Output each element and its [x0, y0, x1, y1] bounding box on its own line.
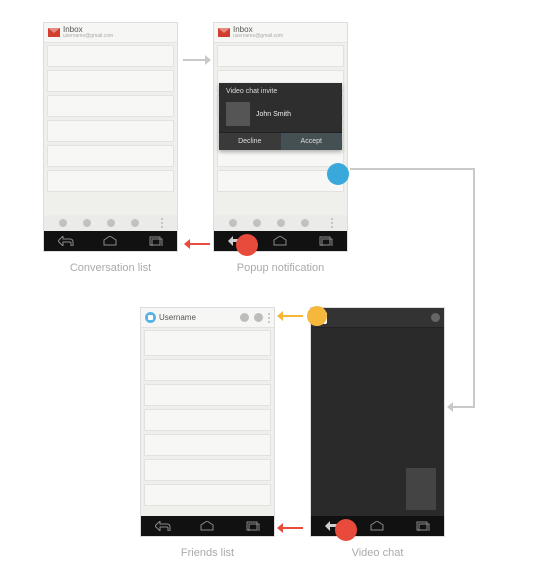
system-nav	[214, 231, 347, 251]
caption: Video chat	[310, 547, 445, 559]
home-icon[interactable]	[102, 236, 118, 246]
overflow-icon[interactable]	[331, 218, 333, 228]
action-icon[interactable]	[240, 313, 249, 322]
accept-button[interactable]: Accept	[281, 133, 343, 150]
list-item[interactable]	[144, 384, 271, 406]
page-indicator	[44, 215, 177, 231]
arrow-head-icon	[447, 402, 453, 412]
screen-friends-list: Username	[140, 307, 275, 537]
contact-avatar	[226, 102, 250, 126]
action-bar: Inbox username@gmail.com	[214, 23, 347, 43]
action-icon[interactable]	[254, 313, 263, 322]
overflow-icon[interactable]	[268, 313, 270, 323]
app-subtitle: username@gmail.com	[233, 34, 283, 39]
list-item[interactable]	[144, 409, 271, 431]
arrow-head-icon	[184, 239, 190, 249]
arrow-head-icon	[277, 523, 283, 533]
page-indicator	[214, 215, 347, 231]
caption: Conversation list	[43, 262, 178, 274]
recents-icon[interactable]	[244, 521, 260, 531]
talk-icon	[145, 312, 156, 323]
arrow-head-icon	[277, 311, 283, 321]
back-icon[interactable]	[58, 236, 74, 246]
popup-dialog: Video chat invite John Smith Decline Acc…	[219, 83, 342, 150]
highlight-back	[335, 519, 357, 541]
recents-icon[interactable]	[147, 236, 163, 246]
flow-arrow	[183, 59, 205, 61]
list-item[interactable]	[47, 120, 174, 142]
caption: Popup notification	[213, 262, 348, 274]
content-body	[44, 43, 177, 215]
self-view-pip[interactable]	[406, 468, 436, 510]
list-item[interactable]	[217, 45, 344, 67]
video-body	[311, 328, 444, 516]
system-nav	[311, 516, 444, 536]
list-item[interactable]	[217, 170, 344, 192]
action-icon[interactable]	[431, 313, 440, 322]
arrow-head-icon	[205, 55, 211, 65]
list-item[interactable]	[144, 484, 271, 506]
list-item[interactable]	[144, 434, 271, 456]
list-item[interactable]	[144, 459, 271, 481]
home-icon[interactable]	[199, 521, 215, 531]
caption: Friends list	[140, 547, 275, 559]
list-item[interactable]	[144, 359, 271, 381]
app-subtitle: username@gmail.com	[63, 34, 113, 39]
content-body	[141, 328, 274, 516]
app-title: Username	[159, 314, 196, 322]
highlight-back	[236, 234, 258, 256]
home-icon[interactable]	[272, 236, 288, 246]
list-item[interactable]	[47, 45, 174, 67]
flow-arrow	[283, 315, 303, 317]
list-item[interactable]	[47, 170, 174, 192]
flow-arrow-back	[190, 243, 210, 245]
home-icon[interactable]	[369, 521, 385, 531]
flow-arrow	[453, 406, 475, 408]
action-bar: talk	[311, 308, 444, 328]
highlight-talk-icon	[307, 306, 327, 326]
gmail-icon	[48, 28, 60, 37]
list-item[interactable]	[47, 145, 174, 167]
action-bar: Inbox username@gmail.com	[44, 23, 177, 43]
back-icon[interactable]	[155, 521, 171, 531]
highlight-accept	[327, 163, 349, 185]
system-nav	[44, 231, 177, 251]
list-item[interactable]	[144, 330, 271, 356]
content-body: Video chat invite John Smith Decline Acc…	[214, 43, 347, 215]
screen-popup-notification: Inbox username@gmail.com Video chat invi…	[213, 22, 348, 252]
decline-button[interactable]: Decline	[219, 133, 281, 150]
flow-arrow	[350, 168, 475, 170]
gmail-icon	[218, 28, 230, 37]
system-nav	[141, 516, 274, 536]
screen-video-chat: talk	[310, 307, 445, 537]
recents-icon[interactable]	[317, 236, 333, 246]
popup-heading: Video chat invite	[219, 83, 342, 98]
list-item[interactable]	[47, 95, 174, 117]
contact-name: John Smith	[256, 111, 291, 118]
flow-arrow-back	[283, 527, 303, 529]
recents-icon[interactable]	[414, 521, 430, 531]
screen-conversation-list: Inbox username@gmail.com	[43, 22, 178, 252]
overflow-icon[interactable]	[161, 218, 163, 228]
action-bar: Username	[141, 308, 274, 328]
list-item[interactable]	[47, 70, 174, 92]
flow-arrow	[473, 168, 475, 408]
